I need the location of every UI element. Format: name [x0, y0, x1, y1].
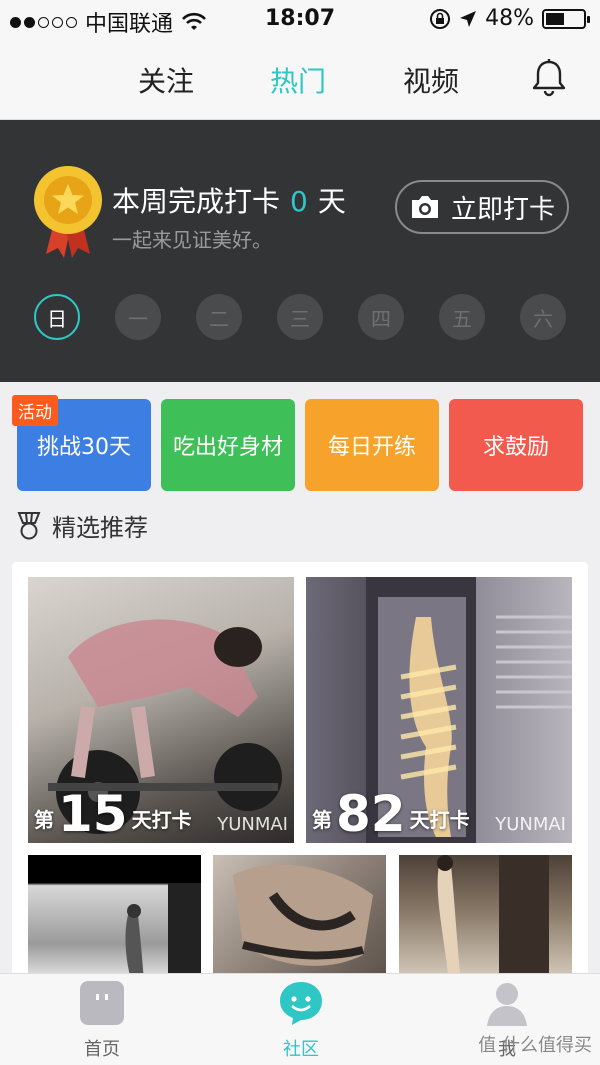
profile-icon: [487, 983, 527, 1026]
bottom-tab-community[interactable]: 社区: [241, 980, 361, 1061]
checkin-unit: 天: [317, 185, 346, 218]
day-thu[interactable]: 四: [358, 294, 404, 340]
checkin-subtitle: 一起来见证美好。: [112, 228, 272, 252]
post-photo-3-image: [125, 883, 201, 982]
post-photo-5[interactable]: [399, 855, 572, 982]
battery-icon: [542, 8, 590, 29]
post-photo-4[interactable]: [213, 855, 386, 982]
medal-icon: [34, 166, 102, 258]
post-1-watermark: YUNMAI: [217, 814, 288, 835]
day-sat[interactable]: 六: [520, 294, 566, 340]
day-mon[interactable]: 一: [115, 294, 161, 340]
encouragement-button[interactable]: 求鼓励: [449, 399, 583, 491]
location-arrow-icon: [460, 10, 477, 27]
tab-video[interactable]: 视频: [403, 60, 459, 100]
post-2-prefix: 第: [312, 808, 332, 832]
post-1-days: 15: [58, 785, 128, 843]
home-icon: [80, 981, 124, 1025]
day-tue[interactable]: 二: [196, 294, 242, 340]
camera-icon: [411, 196, 438, 218]
rotation-lock-icon: [430, 8, 451, 29]
bottom-tab-home-label: 首页: [84, 1039, 120, 1060]
bottom-tab-home[interactable]: 首页: [42, 980, 162, 1061]
day-sun[interactable]: 日: [34, 294, 80, 340]
checkin-now-label: 立即打卡: [450, 194, 555, 225]
post-2-days: 82: [336, 785, 406, 843]
status-right: 48%: [429, 6, 590, 31]
post-photo-2[interactable]: 第 82 天打卡 YUNMAI: [306, 577, 572, 843]
battery-percent: 48%: [485, 6, 534, 31]
post-photo-5-image: [437, 855, 549, 982]
post-1-prefix: 第: [34, 808, 54, 832]
post-photo-3[interactable]: [28, 855, 201, 982]
post-photo-4-image: [233, 864, 373, 966]
day-wed[interactable]: 三: [277, 294, 323, 340]
status-bar: 中国联通 18:07 48%: [0, 0, 600, 40]
checkin-now-button[interactable]: 立即打卡: [395, 180, 569, 234]
bottom-tab-bar: 首页 社区 我 值 什么值得买: [0, 973, 600, 1065]
featured-title: 精选推荐: [52, 514, 148, 542]
weekday-row: 日 一 二 三 四 五 六: [34, 294, 568, 342]
post-2-caption: 第 82 天打卡: [312, 789, 470, 839]
bottom-tab-community-label: 社区: [283, 1039, 319, 1060]
tab-hot[interactable]: 热门: [270, 60, 326, 100]
featured-posts-card: 第 15 天打卡 YUNMAI 第 82 天打卡 YUNMAI: [12, 562, 588, 982]
checkin-title-prefix: 本周完成打卡: [112, 185, 281, 218]
checkin-count: 0: [290, 185, 308, 218]
weekly-checkin-title: 本周完成打卡 0 天: [112, 180, 346, 220]
post-1-suffix: 天打卡: [131, 808, 192, 832]
post-2-suffix: 天打卡: [409, 808, 470, 832]
featured-header: 精选推荐: [16, 508, 148, 543]
post-photo-1[interactable]: 第 15 天打卡 YUNMAI: [28, 577, 294, 843]
tab-follow[interactable]: 关注: [138, 60, 194, 100]
bell-icon[interactable]: [532, 58, 566, 98]
day-fri[interactable]: 五: [439, 294, 485, 340]
daily-workout-button[interactable]: 每日开练: [305, 399, 439, 491]
site-watermark: 值 什么值得买: [478, 1035, 592, 1056]
ribbon-medal-icon: [17, 511, 41, 539]
eat-well-button[interactable]: 吃出好身材: [161, 399, 295, 491]
activity-buttons: 挑战30天 吃出好身材 每日开练 求鼓励 活动: [0, 383, 600, 493]
top-tab-bar: 关注 热门 视频: [0, 40, 600, 120]
weekly-checkin-panel: 本周完成打卡 0 天 一起来见证美好。 立即打卡 日 一 二 三 四 五 六: [0, 120, 600, 382]
post-2-watermark: YUNMAI: [495, 814, 566, 835]
activity-badge: 活动: [12, 395, 58, 426]
community-icon: [280, 982, 322, 1025]
post-1-caption: 第 15 天打卡: [34, 789, 192, 839]
